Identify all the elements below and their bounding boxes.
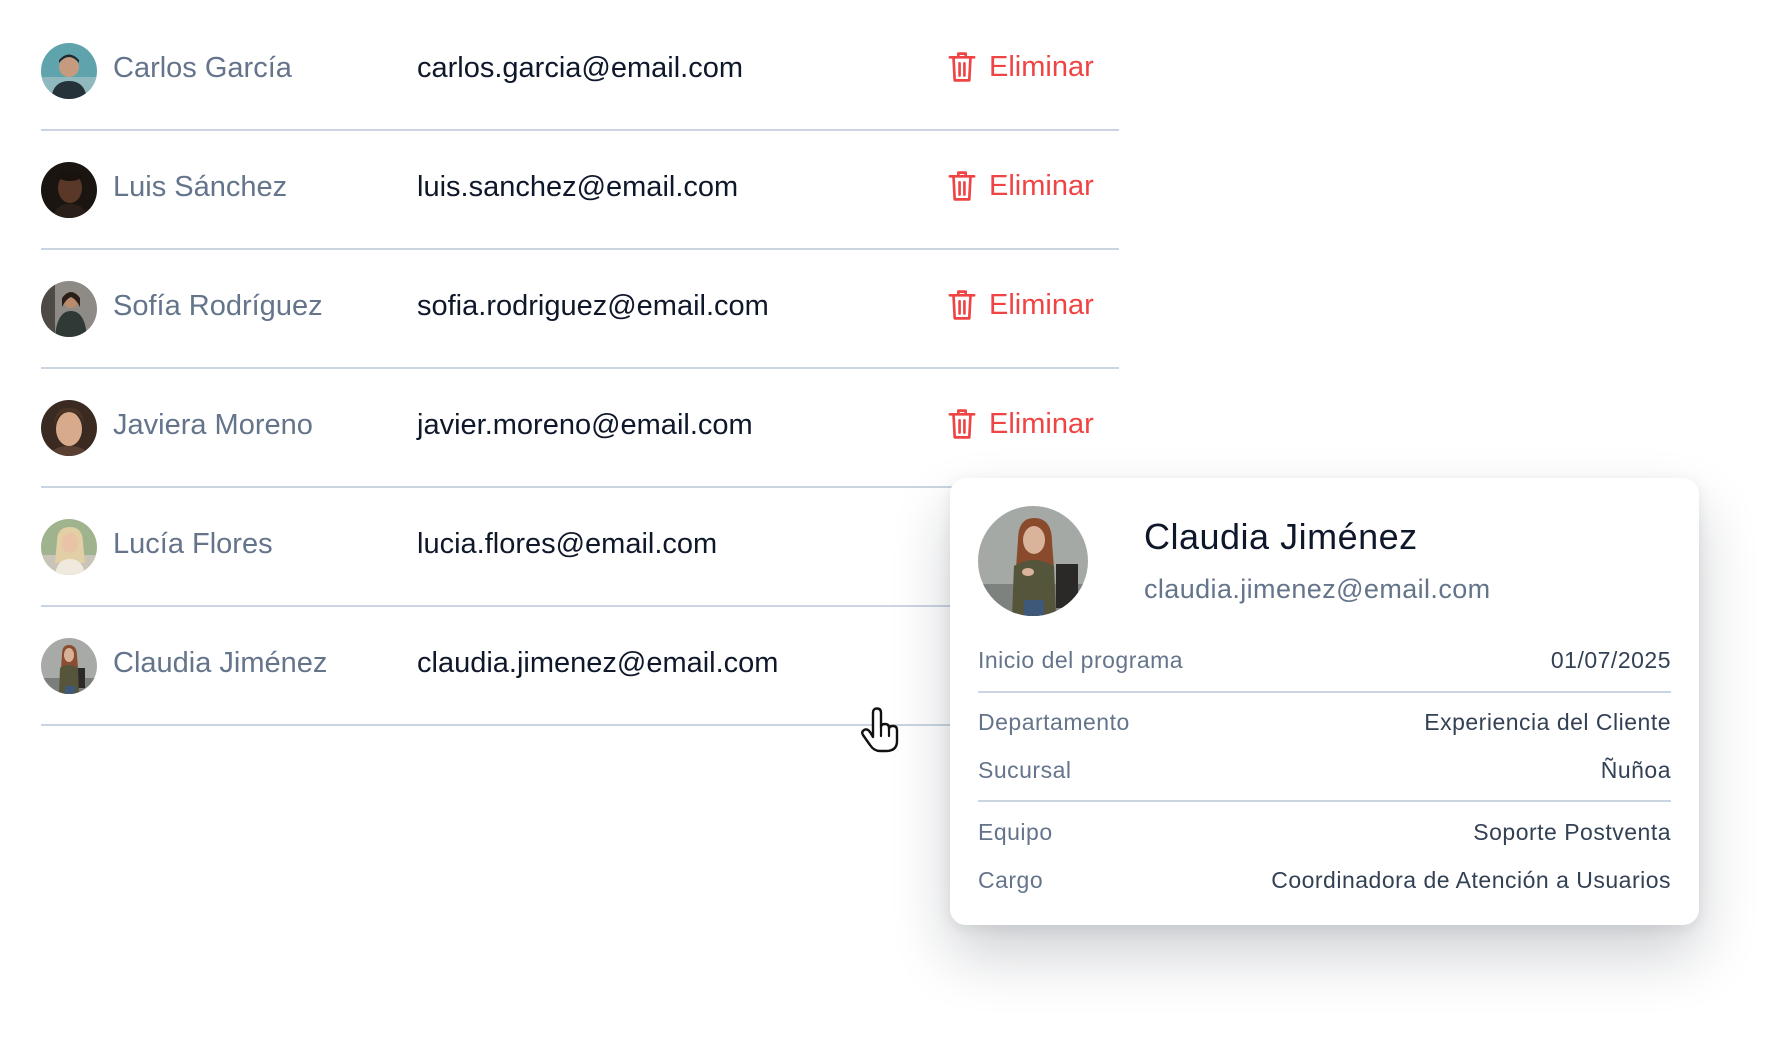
table-row[interactable]: Carlos García carlos.garcia@email.com El… <box>41 12 1119 131</box>
profile-name: Claudia Jiménez <box>1144 516 1418 557</box>
detail-value: Coordinadora de Atención a Usuarios <box>1271 867 1671 893</box>
delete-button[interactable]: Eliminar <box>947 169 1094 203</box>
delete-label: Eliminar <box>989 407 1094 440</box>
user-email: carlos.garcia@email.com <box>417 52 743 84</box>
detail-value: 01/07/2025 <box>1550 647 1671 673</box>
delete-label: Eliminar <box>989 288 1094 321</box>
delete-button[interactable]: Eliminar <box>947 288 1094 322</box>
user-name: Lucía Flores <box>113 528 273 560</box>
detail-row-branch: Sucursal Ñuñoa <box>978 757 1671 784</box>
user-name: Sofía Rodríguez <box>113 290 323 322</box>
avatar <box>41 162 97 218</box>
detail-value: Ñuñoa <box>1600 757 1671 783</box>
table-row[interactable]: Sofía Rodríguez sofia.rodriguez@email.co… <box>41 250 1119 369</box>
detail-value: Experiencia del Cliente <box>1424 709 1671 735</box>
trash-icon <box>947 407 977 441</box>
user-name: Carlos García <box>113 52 292 84</box>
delete-label: Eliminar <box>989 50 1094 83</box>
trash-icon <box>947 288 977 322</box>
user-name: Luis Sánchez <box>113 171 288 203</box>
detail-label: Departamento <box>978 709 1130 735</box>
profile-email: claudia.jimenez@email.com <box>1144 574 1491 604</box>
avatar <box>41 400 97 456</box>
user-email: javier.moreno@email.com <box>417 409 753 441</box>
user-profile-card: Claudia Jiménez claudia.jimenez@email.co… <box>950 478 1699 925</box>
table-row[interactable]: Javiera Moreno javier.moreno@email.com E… <box>41 369 1119 488</box>
delete-label: Eliminar <box>989 169 1094 202</box>
detail-row-team: Equipo Soporte Postventa <box>978 819 1671 846</box>
user-email: sofia.rodriguez@email.com <box>417 290 769 322</box>
avatar <box>978 506 1088 616</box>
user-name: Javiera Moreno <box>113 409 313 441</box>
user-email: luis.sanchez@email.com <box>417 171 739 203</box>
detail-row-department: Departamento Experiencia del Cliente <box>978 709 1671 736</box>
avatar <box>41 281 97 337</box>
detail-label: Sucursal <box>978 757 1072 783</box>
detail-value: Soporte Postventa <box>1473 819 1671 845</box>
avatar <box>41 43 97 99</box>
user-email: claudia.jimenez@email.com <box>417 647 779 679</box>
detail-label: Cargo <box>978 867 1044 893</box>
divider <box>978 800 1671 802</box>
delete-button[interactable]: Eliminar <box>947 407 1094 441</box>
avatar <box>41 638 97 694</box>
detail-label: Inicio del programa <box>978 647 1184 673</box>
detail-row-role: Cargo Coordinadora de Atención a Usuario… <box>978 867 1671 894</box>
detail-label: Equipo <box>978 819 1053 845</box>
delete-button[interactable]: Eliminar <box>947 50 1094 84</box>
trash-icon <box>947 169 977 203</box>
divider <box>978 691 1671 693</box>
user-name: Claudia Jiménez <box>113 647 328 679</box>
detail-row-start-date: Inicio del programa 01/07/2025 <box>978 647 1671 674</box>
hand-pointer-icon <box>861 707 899 753</box>
trash-icon <box>947 50 977 84</box>
table-row[interactable]: Luis Sánchez luis.sanchez@email.com Elim… <box>41 131 1119 250</box>
avatar <box>41 519 97 575</box>
user-email: lucia.flores@email.com <box>417 528 718 560</box>
